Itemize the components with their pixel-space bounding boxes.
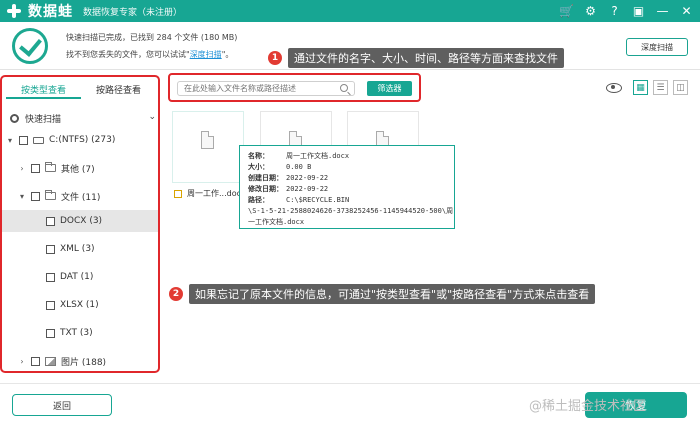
collapse-icon[interactable]: ▾ — [18, 192, 26, 201]
file-info-tooltip: 名称： 周一工作文档.docx 大小： 0.00 B 创建日期： 2022-09-22… — [239, 145, 455, 229]
tree-item-other[interactable]: › 其他 (7) — [2, 157, 158, 179]
file-card[interactable] — [172, 111, 244, 183]
tree-item-xml[interactable]: XML (3) — [2, 238, 158, 260]
hint-prefix: 找不到您丢失的文件，您可以试试" — [66, 50, 190, 59]
deep-scan-hint: 找不到您丢失的文件，您可以试试"深度扫描"。 — [66, 49, 233, 60]
app-name: 数据蛙 — [28, 4, 73, 20]
check-icon — [12, 28, 48, 64]
checkbox[interactable] — [31, 356, 40, 366]
close-icon[interactable]: ✕ — [679, 2, 694, 19]
scan-result-text: 快速扫描已完成，已找到 284 个文件 (180 MB) — [66, 33, 238, 42]
tree-item-xlsx[interactable]: XLSX (1) — [2, 294, 158, 316]
callout-number-1: 1 — [268, 51, 282, 65]
tree-item-drive-c[interactable]: ▾ C:(NTFS) (273) — [2, 129, 158, 151]
callout-text-2: 如果忘记了原本文件的信息，可通过"按类型查看"或"按路径查看"方式来点击查看 — [189, 284, 596, 304]
tree-item-label: 图片 (188) — [61, 357, 107, 368]
minimize-icon[interactable]: — — [655, 2, 670, 19]
checkbox[interactable] — [31, 191, 40, 201]
list-view-icon[interactable]: ☰ — [653, 80, 668, 95]
file-name: 周一工作...docx — [187, 189, 246, 198]
tree-item-label: TXT (3) — [60, 328, 93, 338]
path-value: C:\$RECYCLE.BIN — [286, 196, 350, 204]
deep-scan-button[interactable]: 深度扫描 — [626, 38, 688, 56]
sidebar: 按类型查看 按路径查看 快速扫描 ⌄ ▾ C:(NTFS) (273) › 其他… — [0, 75, 160, 373]
scan-mode-label: 快速扫描 — [25, 114, 62, 125]
name-key: 名称： — [248, 152, 269, 160]
search-icon[interactable] — [340, 84, 348, 92]
tree-item-documents[interactable]: ▾ 文件 (11) — [2, 185, 158, 207]
help-icon[interactable]: ? — [607, 2, 622, 19]
drive-icon — [33, 136, 44, 144]
tree-item-label: C:(NTFS) (273) — [49, 135, 116, 145]
scan-mode-select[interactable]: 快速扫描 ⌄ — [10, 111, 158, 125]
checkbox[interactable] — [46, 216, 55, 226]
grid-view-icon[interactable]: ▦ — [633, 80, 648, 95]
tree-item-label: 文件 (11) — [61, 192, 101, 203]
document-icon — [201, 131, 214, 149]
sidebar-tabs: 按类型查看 按路径查看 — [6, 83, 156, 99]
tree-item-label: DAT (1) — [60, 272, 94, 282]
tree-item-docx[interactable]: DOCX (3) — [2, 210, 158, 232]
tree-item-images[interactable]: › 图片 (188) — [2, 350, 158, 372]
logo-cross-icon — [6, 3, 22, 19]
window-controls: 🛒 ⚙ ? ▣ — ✕ — [559, 2, 694, 19]
size-key: 大小： — [248, 163, 269, 171]
expand-icon[interactable]: › — [18, 357, 26, 366]
checkbox[interactable] — [46, 244, 55, 254]
tree-item-label: 其他 (7) — [61, 164, 95, 175]
folder-icon — [45, 162, 56, 172]
image-icon — [45, 356, 56, 366]
created-value: 2022-09-22 — [286, 174, 329, 182]
scan-mode-icon — [10, 113, 19, 123]
search-toolbar: 筛选器 — [168, 73, 421, 102]
checkbox[interactable] — [31, 163, 40, 173]
folder-icon — [45, 190, 56, 200]
collapse-icon[interactable]: ▾ — [6, 136, 14, 145]
tree-item-label: DOCX (3) — [60, 216, 103, 226]
tree-item-dat[interactable]: DAT (1) — [2, 266, 158, 288]
checkbox[interactable] — [46, 300, 55, 310]
tab-by-type[interactable]: 按类型查看 — [6, 83, 81, 99]
detail-view-icon[interactable]: ◫ — [673, 80, 688, 95]
name-value: 周一工作文档.docx — [286, 152, 350, 160]
eye-icon[interactable] — [606, 82, 622, 93]
chevron-down-icon: ⌄ — [148, 112, 156, 122]
tree-item-label: XML (3) — [60, 244, 95, 254]
checkbox[interactable] — [46, 272, 55, 282]
path-continued: \S-1-5-21-2588024626-3738252456-11459445… — [248, 207, 454, 215]
size-value: 0.00 B — [286, 163, 312, 171]
settings-icon[interactable]: ⚙ — [583, 2, 598, 19]
cart-icon[interactable]: 🛒 — [559, 2, 574, 19]
app-edition: 数据恢复专家（未注册） — [83, 7, 183, 18]
deep-scan-link[interactable]: 深度扫描 — [190, 50, 222, 59]
checkbox[interactable] — [46, 328, 55, 338]
modified-key: 修改日期： — [248, 185, 283, 193]
path-continued: 一工作文档.docx — [248, 218, 305, 226]
hint-suffix: "。 — [221, 50, 234, 59]
app-logo: 数据蛙 — [6, 1, 73, 21]
file-name-row[interactable]: 周一工作...docx — [174, 188, 246, 199]
modified-value: 2022-09-22 — [286, 185, 329, 193]
created-key: 创建日期： — [248, 174, 283, 182]
checkbox[interactable] — [19, 135, 28, 145]
callout-number-2: 2 — [169, 287, 183, 301]
tab-by-path[interactable]: 按路径查看 — [81, 83, 156, 99]
callout-text-1: 通过文件的名字、大小、时间、路径等方面来查找文件 — [288, 48, 564, 68]
filter-button[interactable]: 筛选器 — [367, 81, 412, 96]
tree-item-txt[interactable]: TXT (3) — [2, 322, 158, 344]
view-controls: ▦ ☰ ◫ — [606, 80, 688, 95]
back-button[interactable]: 返回 — [12, 394, 112, 416]
watermark: @稀土掘金技术社区 — [529, 399, 647, 414]
tree-item-label: XLSX (1) — [60, 300, 99, 310]
expand-icon[interactable]: › — [18, 164, 26, 173]
path-key: 路径： — [248, 196, 269, 204]
title-bar: 数据蛙 数据恢复专家（未注册） 🛒 ⚙ ? ▣ — ✕ — [0, 0, 700, 22]
checkbox[interactable] — [174, 189, 182, 198]
search-input[interactable] — [177, 81, 355, 96]
save-icon[interactable]: ▣ — [631, 2, 646, 19]
